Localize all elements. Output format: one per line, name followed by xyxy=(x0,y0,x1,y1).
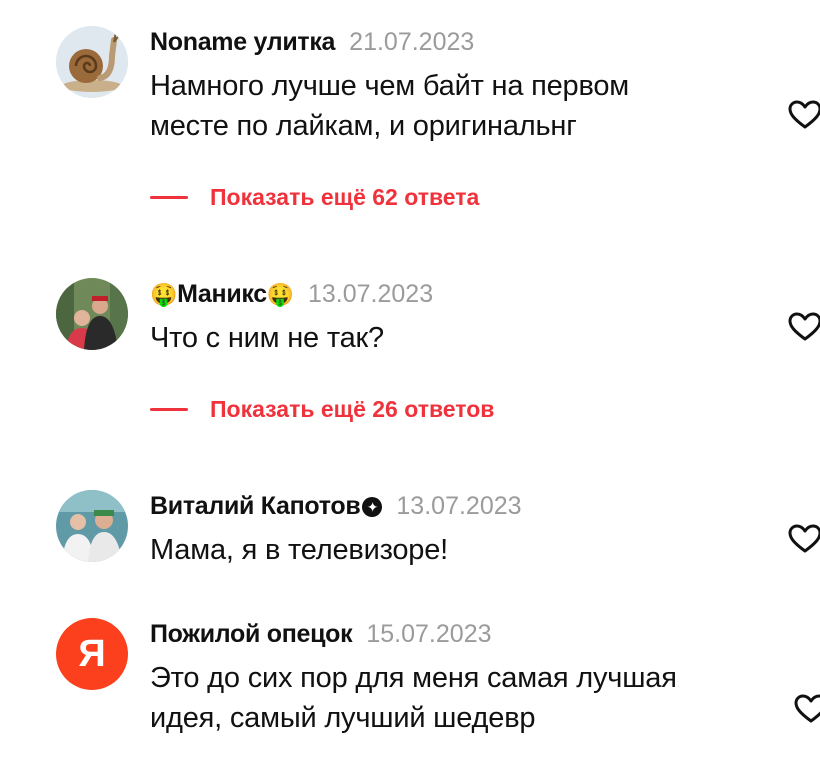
author-name[interactable]: Виталий Капотов ✦ xyxy=(150,492,383,521)
avatar[interactable] xyxy=(56,278,128,350)
comment-text-line: Это до сих пор для меня самая лучшая xyxy=(150,662,677,694)
like-heart-icon[interactable] xyxy=(788,100,820,130)
comment-text: Это до сих пор для меня самая лучшая иде… xyxy=(150,658,750,738)
comment-date: 21.07.2023 xyxy=(349,28,475,56)
author-name[interactable]: Пожилой опецок xyxy=(150,620,353,649)
comment-text-line: идея, самый лучший шедевр xyxy=(150,702,536,734)
comment-text-line: Мама, я в телевизоре! xyxy=(150,534,449,566)
comment-text-line: Намного лучше чем байт на первом xyxy=(150,70,630,102)
show-replies-label: Показать ещё 26 ответов xyxy=(210,396,495,422)
like-heart-icon[interactable] xyxy=(794,694,820,724)
comment-date: 13.07.2023 xyxy=(396,492,522,520)
author-name[interactable]: Noname улитка xyxy=(150,28,335,57)
comment-text: Что с ним не так? xyxy=(150,318,750,358)
like-heart-icon[interactable] xyxy=(788,524,820,554)
author-name[interactable]: 🤑Маникс🤑 xyxy=(150,280,294,309)
money-face-icon: 🤑 xyxy=(150,283,178,308)
comment-text-line: Что с ним не так? xyxy=(150,322,384,354)
comment-header: Виталий Капотов ✦ 13.07.2023 xyxy=(150,492,522,521)
comment-date: 13.07.2023 xyxy=(307,280,434,308)
user-photo-icon xyxy=(56,278,128,350)
show-replies-button[interactable]: Показать ещё 26 ответов xyxy=(150,396,494,423)
comment-header: 🤑Маникс🤑 13.07.2023 xyxy=(150,280,433,309)
comment-date: 15.07.2023 xyxy=(366,620,492,648)
replies-dash xyxy=(150,196,188,199)
show-replies-button[interactable]: Показать ещё 62 ответа xyxy=(150,184,479,211)
author-name-text: Маникс xyxy=(177,280,267,308)
show-replies-label: Показать ещё 62 ответа xyxy=(210,184,480,210)
comment-text: Мама, я в телевизоре! xyxy=(150,530,750,570)
author-name-text: Виталий Капотов xyxy=(150,492,361,520)
comment-header: Noname улитка 21.07.2023 xyxy=(150,28,474,57)
verified-badge-icon: ✦ xyxy=(362,497,383,518)
comment-header: Пожилой опецок 15.07.2023 xyxy=(150,620,492,649)
avatar[interactable]: Я xyxy=(56,618,128,690)
comment-text: Намного лучше чем байт на первом месте п… xyxy=(150,66,750,146)
comment-text-line: месте по лайкам, и оригинальнг xyxy=(150,110,577,142)
like-heart-icon[interactable] xyxy=(788,312,820,342)
replies-dash xyxy=(150,408,188,411)
yandex-logo-icon: Я xyxy=(78,633,106,675)
avatar[interactable] xyxy=(56,26,128,98)
money-face-icon: 🤑 xyxy=(266,283,294,308)
avatar[interactable] xyxy=(56,490,128,562)
snail-icon xyxy=(56,26,128,98)
user-photo-icon xyxy=(56,490,128,562)
